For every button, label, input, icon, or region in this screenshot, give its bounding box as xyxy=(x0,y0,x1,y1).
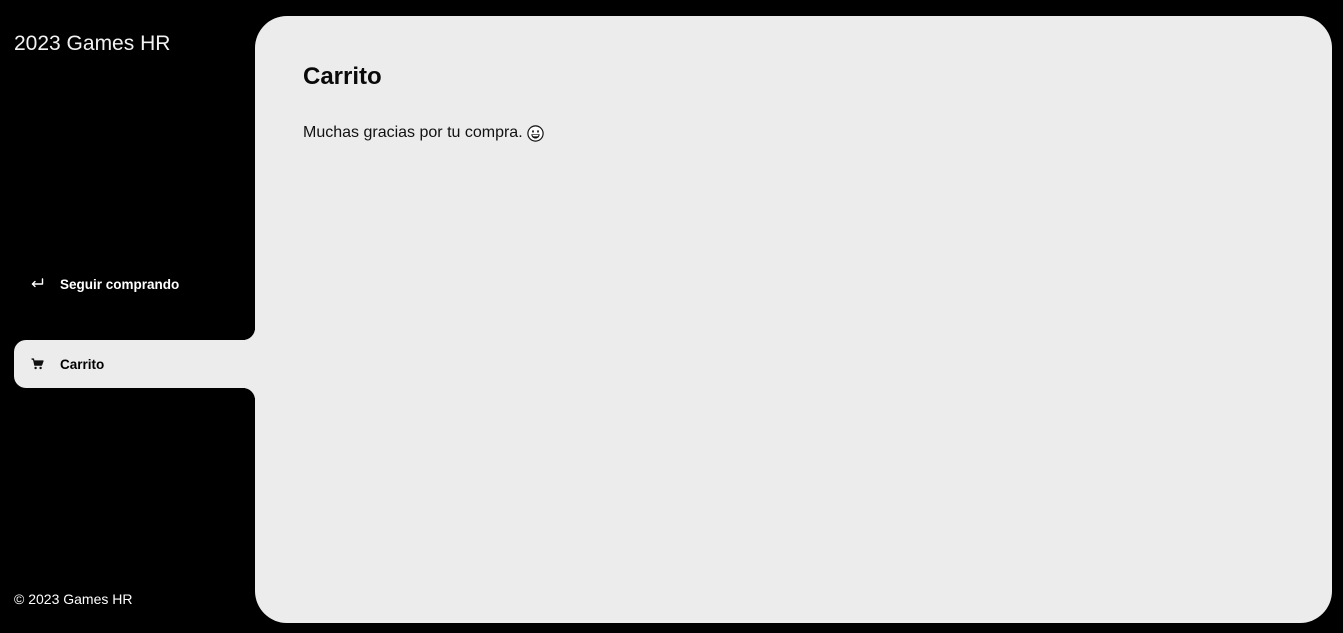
sidebar-item-label: Carrito xyxy=(60,356,105,372)
sidebar-item-seguir-comprando[interactable]: Seguir comprando xyxy=(14,260,255,308)
purchase-message-text: Muchas gracias por tu compra. xyxy=(303,124,523,141)
sidebar-item-carrito[interactable]: Carrito xyxy=(14,340,255,388)
return-arrow-icon xyxy=(30,277,44,291)
footer-copyright: © 2023 Games HR xyxy=(14,591,133,607)
sidebar-item-label: Seguir comprando xyxy=(60,276,180,292)
sidebar: 2023 Games HR Seguir comprando Carrito ©… xyxy=(0,0,255,633)
brand-title: 2023 Games HR xyxy=(14,32,171,55)
app-window: 2023 Games HR Seguir comprando Carrito ©… xyxy=(0,0,1343,633)
purchase-message: Muchas gracias por tu compra. xyxy=(303,123,544,143)
grinning-face-icon xyxy=(526,124,544,142)
main-panel: Carrito Muchas gracias por tu compra. xyxy=(255,16,1332,623)
shopping-cart-icon xyxy=(30,357,44,371)
page-title: Carrito xyxy=(303,63,382,90)
